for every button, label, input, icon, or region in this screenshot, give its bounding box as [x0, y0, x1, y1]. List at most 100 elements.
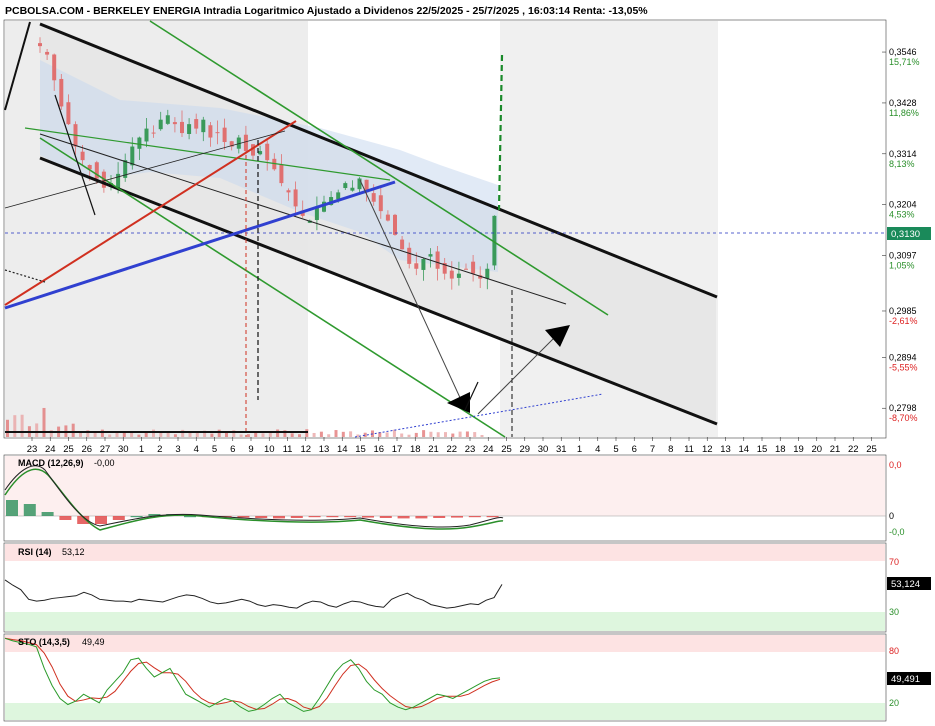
candle-body — [258, 151, 263, 155]
candle-body — [151, 132, 156, 134]
volume-bar — [225, 432, 228, 437]
candle-body — [59, 78, 64, 107]
x-tick-label: 18 — [410, 444, 421, 455]
candle-body — [357, 178, 362, 190]
x-tick-label: 13 — [319, 444, 330, 455]
macd-label: MACD (12,26,9) — [18, 458, 84, 468]
volume-bar — [195, 432, 199, 437]
candle-body — [137, 137, 142, 149]
candle-body — [201, 119, 206, 133]
volume-bar — [6, 419, 9, 437]
x-tick-label: 5 — [212, 444, 217, 455]
x-tick-label: 11 — [283, 444, 293, 455]
x-tick-label: 15 — [355, 444, 366, 455]
macd-bar — [290, 516, 303, 518]
rsi-oversold-zone — [5, 612, 885, 631]
candle-body — [144, 128, 149, 142]
price-level-pct: 8,13% — [889, 159, 915, 169]
volume-bar — [261, 433, 265, 437]
candle-body — [485, 268, 490, 279]
volume-bar — [422, 430, 426, 437]
macd-bar — [451, 516, 463, 518]
sto-overbought-zone — [5, 635, 885, 652]
stock-chart: PCBOLSA.COM - BERKELEY ENERGIA Intradia … — [3, 5, 931, 722]
x-tick-label: 25 — [866, 444, 877, 455]
volume-bar — [349, 431, 353, 437]
rsi-value: 53,12 — [62, 547, 85, 557]
volume-bar — [210, 433, 214, 437]
macd-bar — [130, 516, 143, 518]
rsi-panel[interactable]: RSI (14) 53,12 70 30 53,124 — [3, 542, 931, 633]
x-tick-label: 20 — [811, 444, 822, 455]
macd-value: -0,00 — [94, 458, 115, 468]
macd-bar — [326, 516, 339, 518]
x-tick-label: 1 — [139, 444, 144, 455]
macd-panel[interactable]: MACD (12,26,9) -0,00 0,0 0 -0,0 — [3, 454, 905, 542]
price-level-pct: -5,55% — [889, 363, 918, 373]
sto-level-20: 20 — [889, 698, 899, 708]
price-panel[interactable] — [3, 19, 887, 439]
sto-panel[interactable]: STO (14,3,5) 49,49 80 20 49,491 — [3, 633, 931, 722]
x-tick-label: 1 — [577, 444, 582, 455]
candle-body — [400, 239, 405, 250]
volume-bar — [13, 415, 17, 437]
x-tick-label: 31 — [556, 444, 567, 455]
x-tick-label: 27 — [100, 444, 111, 455]
price-level-label: 0,3546 — [889, 47, 917, 57]
volume-bar — [71, 423, 75, 437]
volume-bar — [392, 429, 396, 437]
volume-bar — [130, 433, 134, 437]
candle-body — [421, 259, 426, 270]
volume-bar — [93, 432, 97, 437]
volume-bar — [276, 429, 280, 437]
candle-body — [215, 132, 220, 134]
x-tick-label: 3 — [175, 444, 180, 455]
x-tick-label: 8 — [668, 444, 673, 455]
volume-bar — [480, 434, 484, 437]
macd-bar — [308, 516, 321, 518]
x-tick-label: 12 — [300, 444, 311, 455]
x-tick-label: 26 — [81, 444, 92, 455]
candle-body — [172, 122, 177, 125]
macd-bar — [344, 516, 357, 518]
x-tick-label: 22 — [446, 444, 457, 455]
candle-body — [414, 263, 419, 269]
macd-bar — [468, 516, 481, 518]
macd-level-top: 0,0 — [889, 460, 902, 470]
candle-body — [66, 102, 71, 125]
candle-body — [471, 261, 476, 274]
price-level-label: 0,2798 — [889, 403, 917, 413]
candle-body — [130, 146, 135, 166]
volume-bar — [385, 432, 389, 437]
volume-bar — [473, 432, 477, 437]
volume-bar — [363, 432, 367, 437]
volume-bar — [414, 432, 418, 437]
x-tick-label: 21 — [428, 444, 439, 455]
rsi-tag: 53,124 — [891, 579, 920, 590]
x-tick-label: 17 — [392, 444, 403, 455]
candle-body — [45, 51, 50, 55]
macd-bar — [255, 516, 268, 518]
x-tick-label: 14 — [738, 444, 749, 455]
candle-body — [378, 195, 383, 212]
macd-bar — [273, 516, 285, 519]
candle-body — [435, 251, 440, 269]
candle-body — [371, 193, 376, 202]
last-price-label: 0,3130 — [891, 229, 920, 240]
price-level-pct: 11,86% — [889, 108, 919, 118]
macd-zero-band — [5, 456, 885, 516]
volume-bar — [239, 434, 243, 437]
candle-body — [293, 189, 298, 207]
x-axis: 23 24 25 26 27 30 1 2 3 4 5 6 9 10 11 12 13 14 15 16 17 18 21 2… — [27, 437, 877, 455]
macd-bar — [59, 516, 72, 520]
price-level-label: 0,2894 — [889, 353, 917, 363]
candle-body — [38, 43, 42, 47]
volume-bar — [137, 434, 141, 437]
candle-body — [279, 164, 284, 184]
candle-body — [407, 247, 412, 264]
volume-bar — [312, 432, 316, 437]
sto-oversold-zone — [5, 703, 885, 720]
volume-bar — [400, 433, 404, 437]
x-tick-label: 14 — [337, 444, 348, 455]
x-tick-label: 6 — [230, 444, 235, 455]
